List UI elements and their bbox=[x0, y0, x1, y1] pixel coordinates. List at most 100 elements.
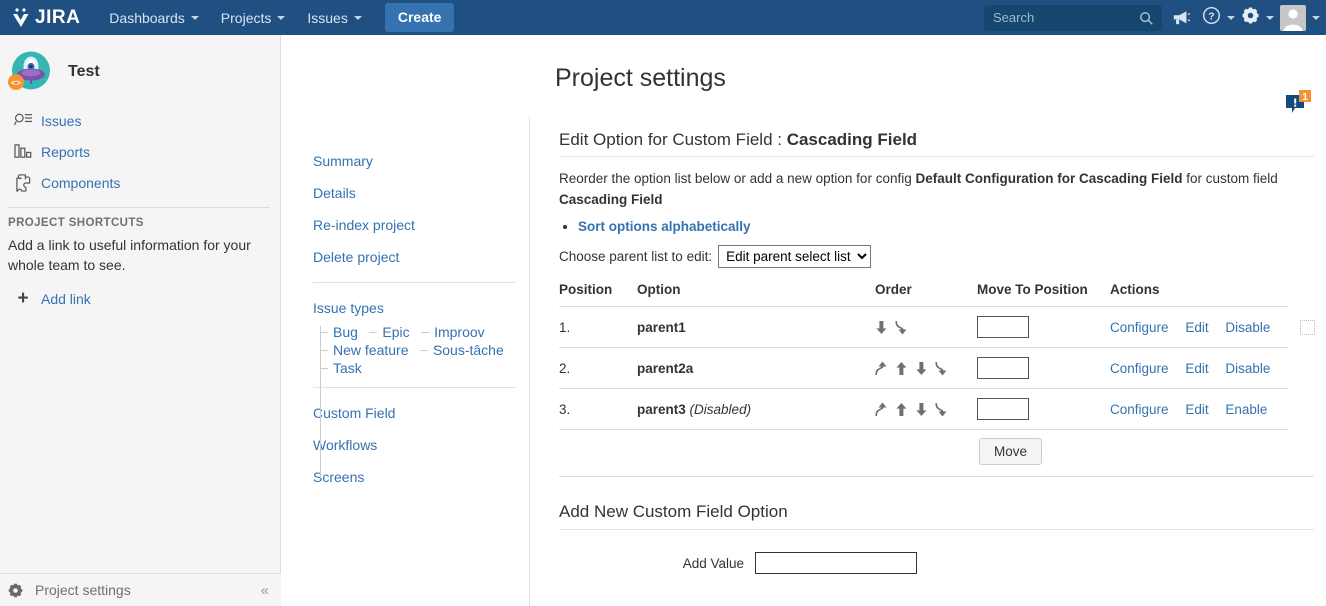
project-sidebar: <> Test Issues Reports Components PROJEC… bbox=[0, 35, 281, 606]
create-button[interactable]: Create bbox=[384, 3, 455, 32]
header-move-to-position: Move To Position bbox=[977, 282, 1110, 307]
row-order bbox=[875, 388, 977, 430]
chevron-down-icon bbox=[190, 15, 199, 20]
nav-dashboards[interactable]: Dashboards bbox=[98, 0, 210, 35]
move-down-icon[interactable] bbox=[915, 361, 928, 376]
move-to-bottom-icon[interactable] bbox=[935, 402, 948, 417]
move-up-icon[interactable] bbox=[895, 402, 908, 417]
project-header: <> Test bbox=[0, 35, 280, 105]
row-position: 2. bbox=[559, 347, 637, 389]
collapse-sidebar-icon[interactable]: « bbox=[261, 582, 269, 599]
move-button[interactable]: Move bbox=[979, 438, 1043, 465]
move-position-input[interactable] bbox=[977, 357, 1029, 379]
issue-type-task[interactable]: Task bbox=[313, 352, 362, 384]
parent-list-select[interactable]: Edit parent select list bbox=[718, 245, 872, 268]
choose-parent-list-row: Choose parent list to edit: Edit parent … bbox=[559, 245, 1314, 268]
chevron-down-icon bbox=[277, 15, 286, 20]
nav-issues[interactable]: Issues bbox=[296, 0, 372, 35]
row-position: 3. bbox=[559, 388, 637, 430]
disable-link[interactable]: Disable bbox=[1225, 361, 1270, 376]
disable-link[interactable]: Disable bbox=[1225, 320, 1270, 335]
project-ufo-avatar-icon: <> bbox=[8, 51, 50, 90]
move-to-bottom-icon[interactable] bbox=[895, 320, 908, 335]
edit-link[interactable]: Edit bbox=[1185, 361, 1208, 376]
desc-part1: Reorder the option list below or add a n… bbox=[559, 171, 916, 186]
configure-link[interactable]: Configure bbox=[1110, 320, 1169, 335]
project-avatar[interactable]: <> bbox=[8, 49, 54, 95]
section-description: Reorder the option list below or add a n… bbox=[559, 168, 1299, 210]
settings-nav-reindex-project[interactable]: Re-index project bbox=[282, 209, 529, 241]
move-up-icon[interactable] bbox=[895, 361, 908, 376]
settings-nav-details[interactable]: Details bbox=[282, 177, 529, 209]
configure-link[interactable]: Configure bbox=[1110, 361, 1169, 376]
project-settings-footer[interactable]: Project settings « bbox=[0, 573, 281, 606]
edit-link[interactable]: Edit bbox=[1185, 402, 1208, 417]
edit-link[interactable]: Edit bbox=[1185, 320, 1208, 335]
search-input[interactable] bbox=[985, 10, 1161, 25]
row-move-to-position bbox=[977, 388, 1110, 430]
nav-projects[interactable]: Projects bbox=[210, 0, 297, 35]
search-box[interactable] bbox=[984, 4, 1162, 31]
sidebar-item-reports[interactable]: Reports bbox=[0, 136, 280, 167]
search-icon bbox=[1139, 11, 1154, 31]
move-to-top-icon[interactable] bbox=[875, 402, 888, 417]
sidebar-item-issues[interactable]: Issues bbox=[0, 105, 280, 136]
plus-icon: + bbox=[17, 288, 29, 309]
add-link-button[interactable]: + Add link bbox=[0, 275, 280, 308]
avatar bbox=[1280, 4, 1306, 31]
svg-text:?: ? bbox=[1208, 11, 1214, 22]
table-head: Position Option Order Move To Position A… bbox=[559, 282, 1288, 307]
settings-nav-summary[interactable]: Summary bbox=[282, 145, 529, 177]
settings-nav-delete-project[interactable]: Delete project bbox=[282, 241, 529, 273]
row-actions: Configure Edit Enable bbox=[1110, 388, 1288, 430]
row-move-to-position bbox=[977, 306, 1110, 348]
components-puzzle-icon bbox=[8, 173, 38, 192]
table-header-row: Position Option Order Move To Position A… bbox=[559, 282, 1288, 307]
add-link-label: Add link bbox=[41, 290, 91, 307]
megaphone-icon[interactable] bbox=[1166, 0, 1196, 35]
issue-type-sous-tache[interactable]: Sous-tâche bbox=[413, 334, 504, 366]
row-actions: Configure Edit Disable bbox=[1110, 306, 1288, 348]
feedback-notification-badge[interactable]: 1 bbox=[1283, 87, 1313, 122]
row-order bbox=[875, 306, 977, 348]
table-row: 2. parent2a Configure Edit Disable bbox=[559, 347, 1288, 389]
move-to-bottom-icon[interactable] bbox=[935, 361, 948, 376]
options-table: Position Option Order Move To Position A… bbox=[559, 282, 1288, 430]
desc-part2: for custom field bbox=[1182, 171, 1278, 186]
issues-search-icon bbox=[8, 112, 38, 129]
row-option: parent3 (Disabled) bbox=[637, 388, 875, 430]
settings-nav-column: Summary Details Re-index project Delete … bbox=[282, 117, 530, 606]
settings-menu[interactable] bbox=[1241, 6, 1274, 30]
settings-nav-divider bbox=[313, 282, 515, 283]
section-title-field: Cascading Field bbox=[786, 130, 918, 149]
jira-logo-text: JIRA bbox=[35, 6, 81, 28]
move-to-top-icon[interactable] bbox=[875, 361, 888, 376]
nav-projects-label: Projects bbox=[220, 9, 272, 26]
move-position-input[interactable] bbox=[977, 316, 1029, 338]
help-icon: ? bbox=[1202, 6, 1221, 30]
svg-text:<>: <> bbox=[11, 79, 21, 89]
main-content: Project settings 1 Edit Option for Custo… bbox=[531, 35, 1326, 606]
move-down-icon[interactable] bbox=[875, 320, 888, 335]
move-position-input[interactable] bbox=[977, 398, 1029, 420]
sort-options-alphabetically-link[interactable]: Sort options alphabetically bbox=[578, 219, 751, 234]
placeholder-box bbox=[1300, 320, 1315, 335]
jira-logo[interactable]: JIRA bbox=[10, 7, 80, 29]
table-row: 1. parent1 Configure Edit Disable bbox=[559, 306, 1288, 348]
list-item: Sort options alphabetically bbox=[578, 219, 1314, 234]
sidebar-item-components[interactable]: Components bbox=[0, 167, 280, 198]
help-menu[interactable]: ? bbox=[1202, 6, 1235, 30]
enable-link[interactable]: Enable bbox=[1225, 402, 1267, 417]
configure-link[interactable]: Configure bbox=[1110, 402, 1169, 417]
add-value-label: Add Value bbox=[682, 555, 744, 571]
section-title: Edit Option for Custom Field : Cascading… bbox=[559, 130, 1314, 150]
section-title-prefix: Edit Option for Custom Field : bbox=[559, 130, 787, 149]
row-option-name: parent1 bbox=[637, 319, 686, 335]
add-value-input[interactable] bbox=[755, 552, 917, 574]
row-option: parent2a bbox=[637, 347, 875, 389]
order-arrows bbox=[875, 402, 977, 417]
user-profile-menu[interactable] bbox=[1280, 4, 1320, 31]
content-body: Edit Option for Custom Field : Cascading… bbox=[531, 130, 1326, 574]
move-down-icon[interactable] bbox=[915, 402, 928, 417]
project-settings-footer-label: Project settings bbox=[35, 582, 131, 598]
